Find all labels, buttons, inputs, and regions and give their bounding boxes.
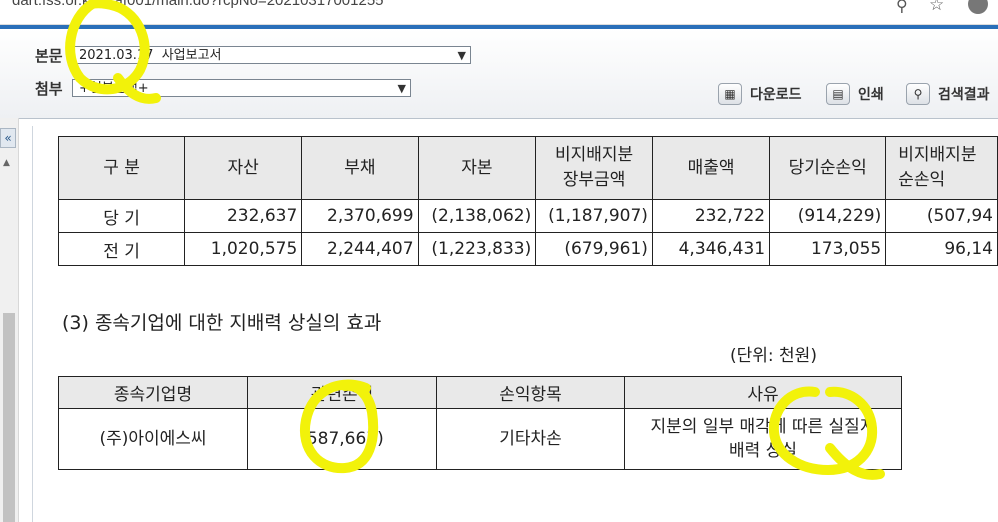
table-row: (주)아이에스씨 (587,667) 기타차손 지분의 일부 매각에 따른 실질… bbox=[58, 408, 902, 470]
attach-label: 첨부 bbox=[35, 80, 63, 98]
table-header-cell: 자본 bbox=[417, 136, 537, 200]
table-row: 전 기 1,020,575 2,244,407 (1,223,833) (679… bbox=[57, 232, 998, 266]
table-cell: (1,223,833) bbox=[417, 232, 537, 266]
chevron-down-icon: ▼ bbox=[457, 49, 466, 62]
table-header-row: 구 분 자산 부채 자본 비지배지분 장부금액 매출액 당기순손익 비지배지분 … bbox=[57, 136, 998, 200]
table-cell: 232,637 bbox=[184, 199, 303, 233]
table-cell: 당 기 bbox=[57, 199, 186, 233]
download-button[interactable]: ▦ 다운로드 bbox=[718, 81, 802, 107]
frame-divider bbox=[32, 126, 33, 522]
table-cell: 2,244,407 bbox=[301, 232, 419, 266]
table-header-row: 종속기업명 관련손익 손익항목 사유 bbox=[58, 376, 902, 409]
table-header-cell: 비지배지분 순손익 bbox=[885, 136, 998, 200]
table-cell: 기타차손 bbox=[436, 408, 625, 470]
address-bar[interactable]: dart.fss.or.kr/dsaf001/main.do?rcpNo=202… bbox=[0, 0, 998, 25]
table-cell: 지분의 일부 매각에 따른 실질지 배력 상실 bbox=[624, 408, 902, 470]
table-cell: 전 기 bbox=[57, 232, 186, 266]
bookmark-star-icon[interactable]: ☆ bbox=[929, 0, 944, 15]
table-header-cell: 자산 bbox=[184, 136, 303, 200]
table-cell: (2,138,062) bbox=[417, 199, 537, 233]
section-heading: (3) 종속기업에 대한 지배력 상실의 효과 bbox=[62, 312, 382, 334]
loss-of-control-table: 종속기업명 관련손익 손익항목 사유 (주)아이에스씨 (587,667) 기타… bbox=[58, 376, 902, 470]
table-header-cell: 관련손익 bbox=[247, 376, 437, 409]
table-cell: 173,055 bbox=[769, 232, 887, 266]
search-result-button[interactable]: ⚲ 검색결과 bbox=[906, 81, 990, 107]
table-cell: (587,667) bbox=[247, 408, 437, 470]
zoom-icon[interactable]: ⚲ bbox=[896, 0, 908, 15]
attachment-select[interactable]: +첨부선택+ ▼ bbox=[72, 79, 411, 97]
table-header-cell: 매출액 bbox=[651, 136, 771, 200]
table-cell: 4,346,431 bbox=[651, 232, 771, 266]
table-header-cell: 비지배지분 장부금액 bbox=[535, 136, 653, 200]
save-disk-icon: ▦ bbox=[718, 83, 742, 105]
body-label: 본문 bbox=[35, 47, 63, 65]
collapse-toc-button[interactable]: « bbox=[0, 128, 16, 148]
search-result-label: 검색결과 bbox=[938, 87, 990, 103]
chevron-down-icon: ▼ bbox=[397, 82, 406, 95]
left-frame-scrollbar[interactable]: « ▲ bbox=[0, 118, 19, 522]
table-cell: 1,020,575 bbox=[184, 232, 303, 266]
body-select-value: 2021.03.17 사업보고서 bbox=[79, 48, 222, 63]
unit-label: (단위: 천원) bbox=[730, 346, 817, 366]
body-report-select[interactable]: 2021.03.17 사업보고서 ▼ bbox=[72, 46, 471, 64]
table-header-cell: 종속기업명 bbox=[58, 376, 248, 409]
table-header-cell: 구 분 bbox=[57, 136, 186, 200]
table-row: 당 기 232,637 2,370,699 (2,138,062) (1,187… bbox=[57, 199, 998, 233]
subsidiary-financial-table: 구 분 자산 부채 자본 비지배지분 장부금액 매출액 당기순손익 비지배지분 … bbox=[57, 136, 998, 266]
scroll-up-icon[interactable]: ▲ bbox=[3, 158, 10, 168]
table-cell: 232,722 bbox=[651, 199, 771, 233]
print-label: 인쇄 bbox=[858, 87, 884, 103]
download-label: 다운로드 bbox=[750, 87, 802, 103]
table-cell: (주)아이에스씨 bbox=[58, 408, 248, 470]
table-cell: (914,229) bbox=[769, 199, 887, 233]
table-header-cell: 당기순손익 bbox=[769, 136, 887, 200]
attach-select-value: +첨부선택+ bbox=[79, 81, 149, 96]
printer-icon: ▤ bbox=[826, 83, 850, 105]
table-cell: 96,14 bbox=[885, 232, 998, 266]
table-cell: (679,961) bbox=[535, 232, 653, 266]
magnifier-icon: ⚲ bbox=[906, 83, 930, 105]
table-header-cell: 부채 bbox=[301, 136, 419, 200]
table-cell: (507,94 bbox=[885, 199, 998, 233]
profile-avatar[interactable] bbox=[968, 0, 988, 14]
table-cell: (1,187,907) bbox=[535, 199, 653, 233]
table-header-cell: 사유 bbox=[624, 376, 902, 409]
url-text: dart.fss.or.kr/dsaf001/main.do?rcpNo=202… bbox=[12, 0, 384, 9]
table-cell: 2,370,699 bbox=[301, 199, 419, 233]
table-header-cell: 손익항목 bbox=[436, 376, 625, 409]
print-button[interactable]: ▤ 인쇄 bbox=[826, 81, 884, 107]
scrollbar-thumb[interactable] bbox=[3, 313, 15, 522]
